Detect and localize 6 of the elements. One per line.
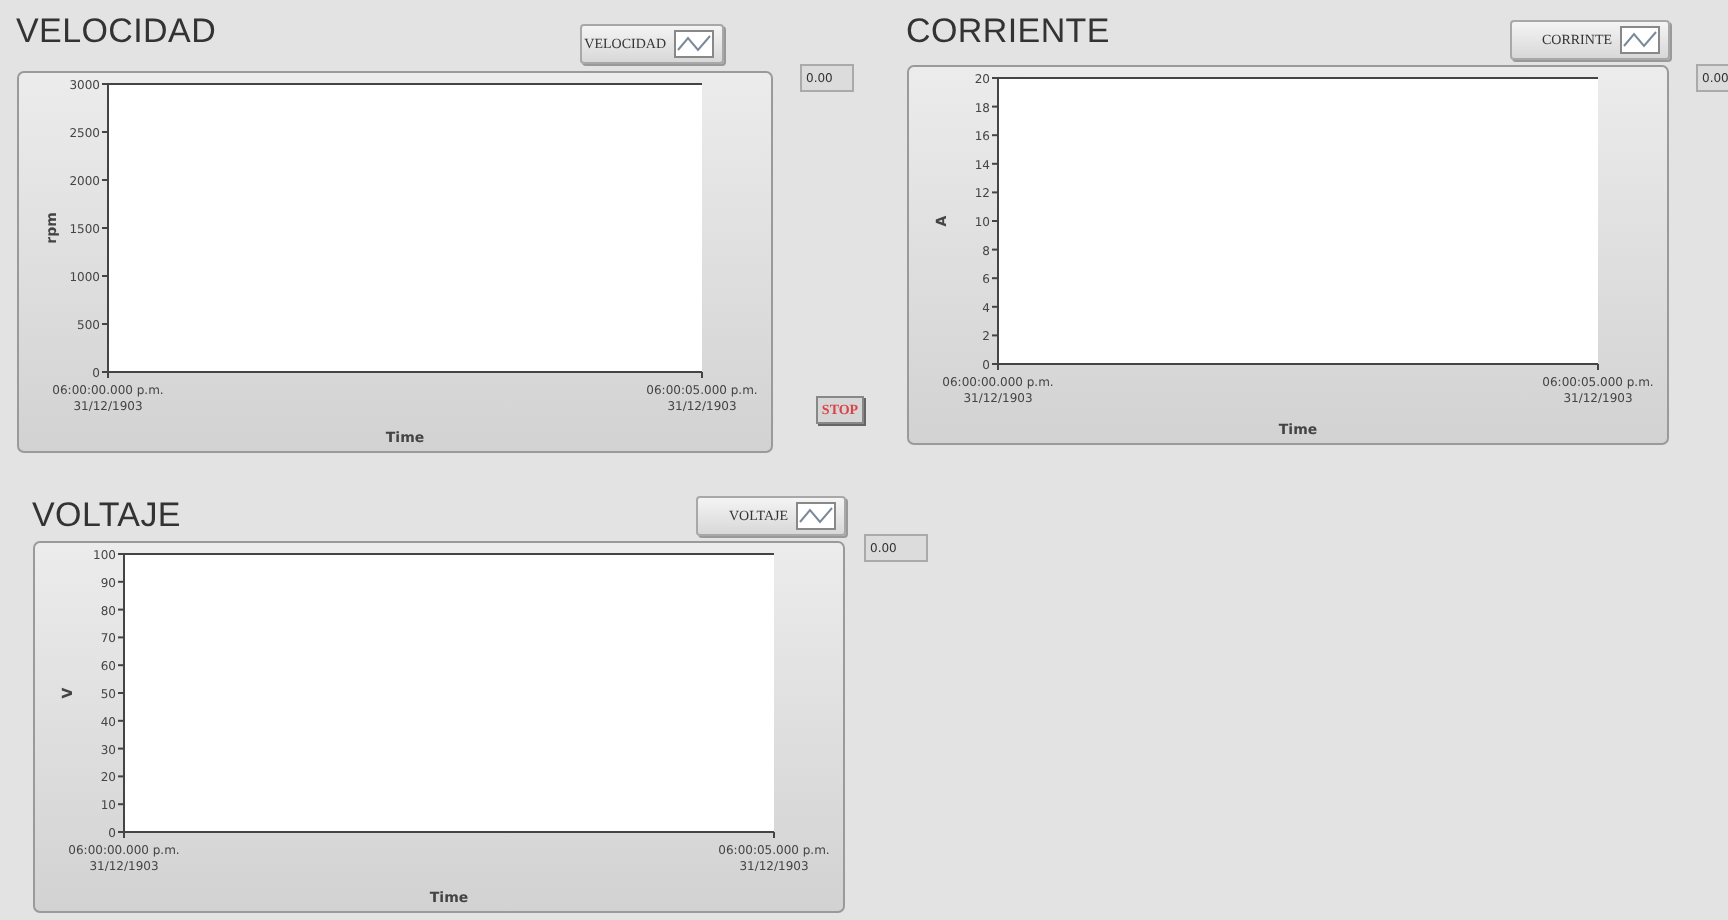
chart-title: VOLTAJE bbox=[32, 496, 181, 536]
line-plot-icon bbox=[1620, 26, 1660, 54]
chart-title: VELOCIDAD bbox=[16, 12, 217, 52]
line-plot-icon bbox=[674, 30, 714, 58]
line-plot-icon bbox=[796, 502, 836, 530]
chart-title: CORRIENTE bbox=[906, 12, 1110, 52]
